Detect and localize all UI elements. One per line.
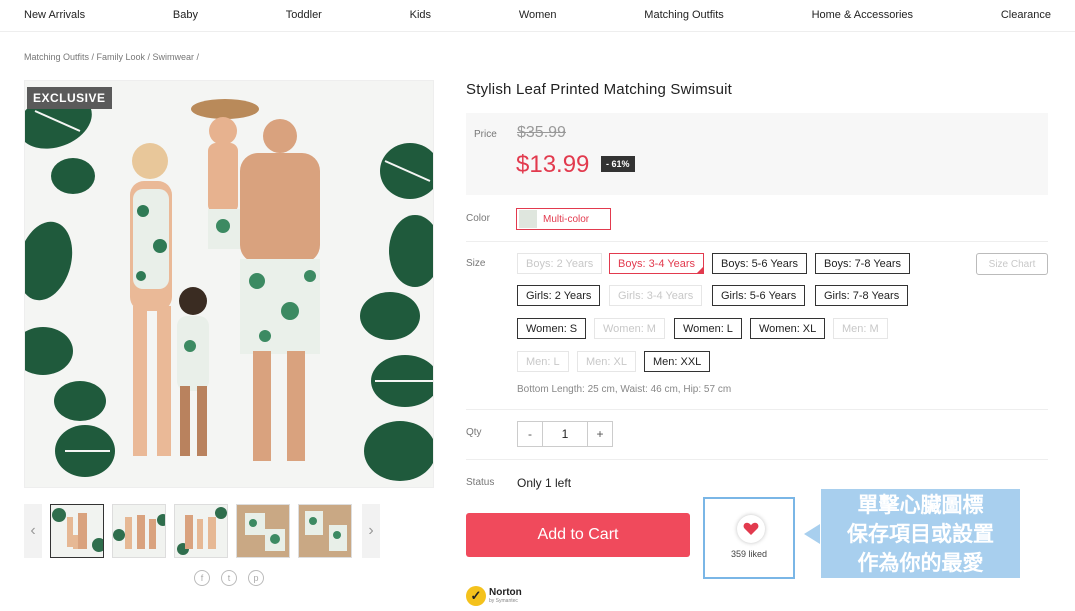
nav-home-accessories[interactable]: Home & Accessories bbox=[812, 9, 913, 21]
thumbnail-prev-button[interactable]: ‹ bbox=[24, 504, 42, 558]
divider bbox=[466, 241, 1048, 242]
thumbnail-2[interactable] bbox=[112, 504, 166, 558]
nav-women[interactable]: Women bbox=[519, 9, 557, 21]
size-label: Size bbox=[466, 258, 486, 269]
product-main-image[interactable]: EXCLUSIVE bbox=[24, 80, 434, 488]
qty-increase-button[interactable]: + bbox=[587, 421, 613, 447]
nav-new-arrivals[interactable]: New Arrivals bbox=[24, 9, 85, 21]
size-option[interactable]: Boys: 5-6 Years bbox=[712, 253, 808, 274]
qty-decrease-button[interactable]: - bbox=[517, 421, 543, 447]
qty-input[interactable]: 1 bbox=[543, 421, 587, 447]
size-measurements: Bottom Length: 25 cm, Waist: 46 cm, Hip:… bbox=[517, 384, 732, 395]
size-option[interactable]: Girls: 5-6 Years bbox=[712, 285, 806, 306]
facebook-icon[interactable]: f bbox=[194, 570, 210, 586]
like-button[interactable]: 359 liked bbox=[703, 497, 795, 579]
sale-price: $13.99 bbox=[516, 151, 590, 178]
size-option[interactable]: Men: XXL bbox=[644, 351, 711, 372]
thumbnail-4[interactable] bbox=[236, 504, 290, 558]
thumbnail-strip: ‹ › bbox=[24, 504, 380, 558]
chevron-right-icon: › bbox=[368, 522, 374, 539]
thumbnail-5[interactable] bbox=[298, 504, 352, 558]
exclusive-badge: EXCLUSIVE bbox=[27, 87, 112, 109]
size-option[interactable]: Women: L bbox=[674, 318, 742, 339]
divider bbox=[466, 459, 1048, 460]
nav-baby[interactable]: Baby bbox=[173, 9, 198, 21]
tooltip-line: 保存項目或設置 bbox=[847, 522, 994, 546]
product-title: Stylish Leaf Printed Matching Swimsuit bbox=[466, 81, 733, 98]
size-option-selected[interactable]: Boys: 3-4 Years bbox=[609, 253, 705, 274]
nav-matching-outfits[interactable]: Matching Outfits bbox=[644, 9, 723, 21]
size-option[interactable]: Men: M bbox=[833, 318, 888, 339]
thumbnail-next-button[interactable]: › bbox=[362, 504, 380, 558]
size-option[interactable]: Boys: 2 Years bbox=[517, 253, 603, 274]
color-swatch bbox=[519, 210, 537, 228]
color-label: Color bbox=[466, 213, 490, 224]
nav-kids[interactable]: Kids bbox=[410, 9, 431, 21]
discount-badge: - 61% bbox=[601, 156, 635, 172]
thumbnail-3[interactable] bbox=[174, 504, 228, 558]
breadcrumb[interactable]: Matching Outfits / Family Look / Swimwea… bbox=[24, 52, 199, 62]
favorite-tooltip: 單擊心臟圖標 保存項目或設置 作為你的最愛 bbox=[821, 489, 1020, 578]
heart-icon bbox=[737, 515, 765, 543]
norton-seal: ✓ Norton by Symantec bbox=[466, 586, 522, 606]
tooltip-pointer bbox=[804, 524, 820, 544]
divider bbox=[466, 409, 1048, 410]
twitter-icon[interactable]: t bbox=[221, 570, 237, 586]
norton-name: Norton bbox=[489, 587, 522, 598]
color-option-multi[interactable]: Multi-color bbox=[516, 208, 611, 230]
product-photo bbox=[25, 81, 433, 487]
thumbnail-1[interactable] bbox=[50, 504, 104, 558]
tooltip-line: 作為你的最愛 bbox=[857, 551, 984, 575]
size-chart-button[interactable]: Size Chart bbox=[976, 253, 1048, 275]
original-price: $35.99 bbox=[517, 124, 566, 141]
size-option[interactable]: Girls: 2 Years bbox=[517, 285, 601, 306]
size-option[interactable]: Women: S bbox=[517, 318, 587, 339]
qty-label: Qty bbox=[466, 427, 482, 438]
nav-clearance[interactable]: Clearance bbox=[1001, 9, 1051, 21]
status-label: Status bbox=[466, 477, 495, 488]
size-option[interactable]: Girls: 7-8 Years bbox=[815, 285, 909, 306]
size-option[interactable]: Men: L bbox=[517, 351, 569, 372]
nav-toddler[interactable]: Toddler bbox=[286, 9, 322, 21]
like-count: 359 liked bbox=[730, 549, 768, 559]
top-navigation: New Arrivals Baby Toddler Kids Women Mat… bbox=[0, 0, 1075, 32]
size-option[interactable]: Women: XL bbox=[750, 318, 826, 339]
norton-sub: by Symantec bbox=[489, 598, 518, 604]
size-option[interactable]: Girls: 3-4 Years bbox=[609, 285, 703, 306]
color-option-label: Multi-color bbox=[543, 213, 590, 225]
stock-status: Only 1 left bbox=[517, 476, 572, 490]
add-to-cart-button[interactable]: Add to Cart bbox=[466, 513, 690, 557]
size-option[interactable]: Boys: 7-8 Years bbox=[815, 253, 911, 274]
chevron-left-icon: ‹ bbox=[30, 522, 36, 539]
tooltip-line: 單擊心臟圖標 bbox=[857, 493, 984, 517]
pinterest-icon[interactable]: p bbox=[248, 570, 264, 586]
checkmark-icon: ✓ bbox=[466, 586, 486, 606]
size-option[interactable]: Women: M bbox=[594, 318, 665, 339]
price-label: Price bbox=[474, 129, 497, 140]
size-option[interactable]: Men: XL bbox=[577, 351, 636, 372]
